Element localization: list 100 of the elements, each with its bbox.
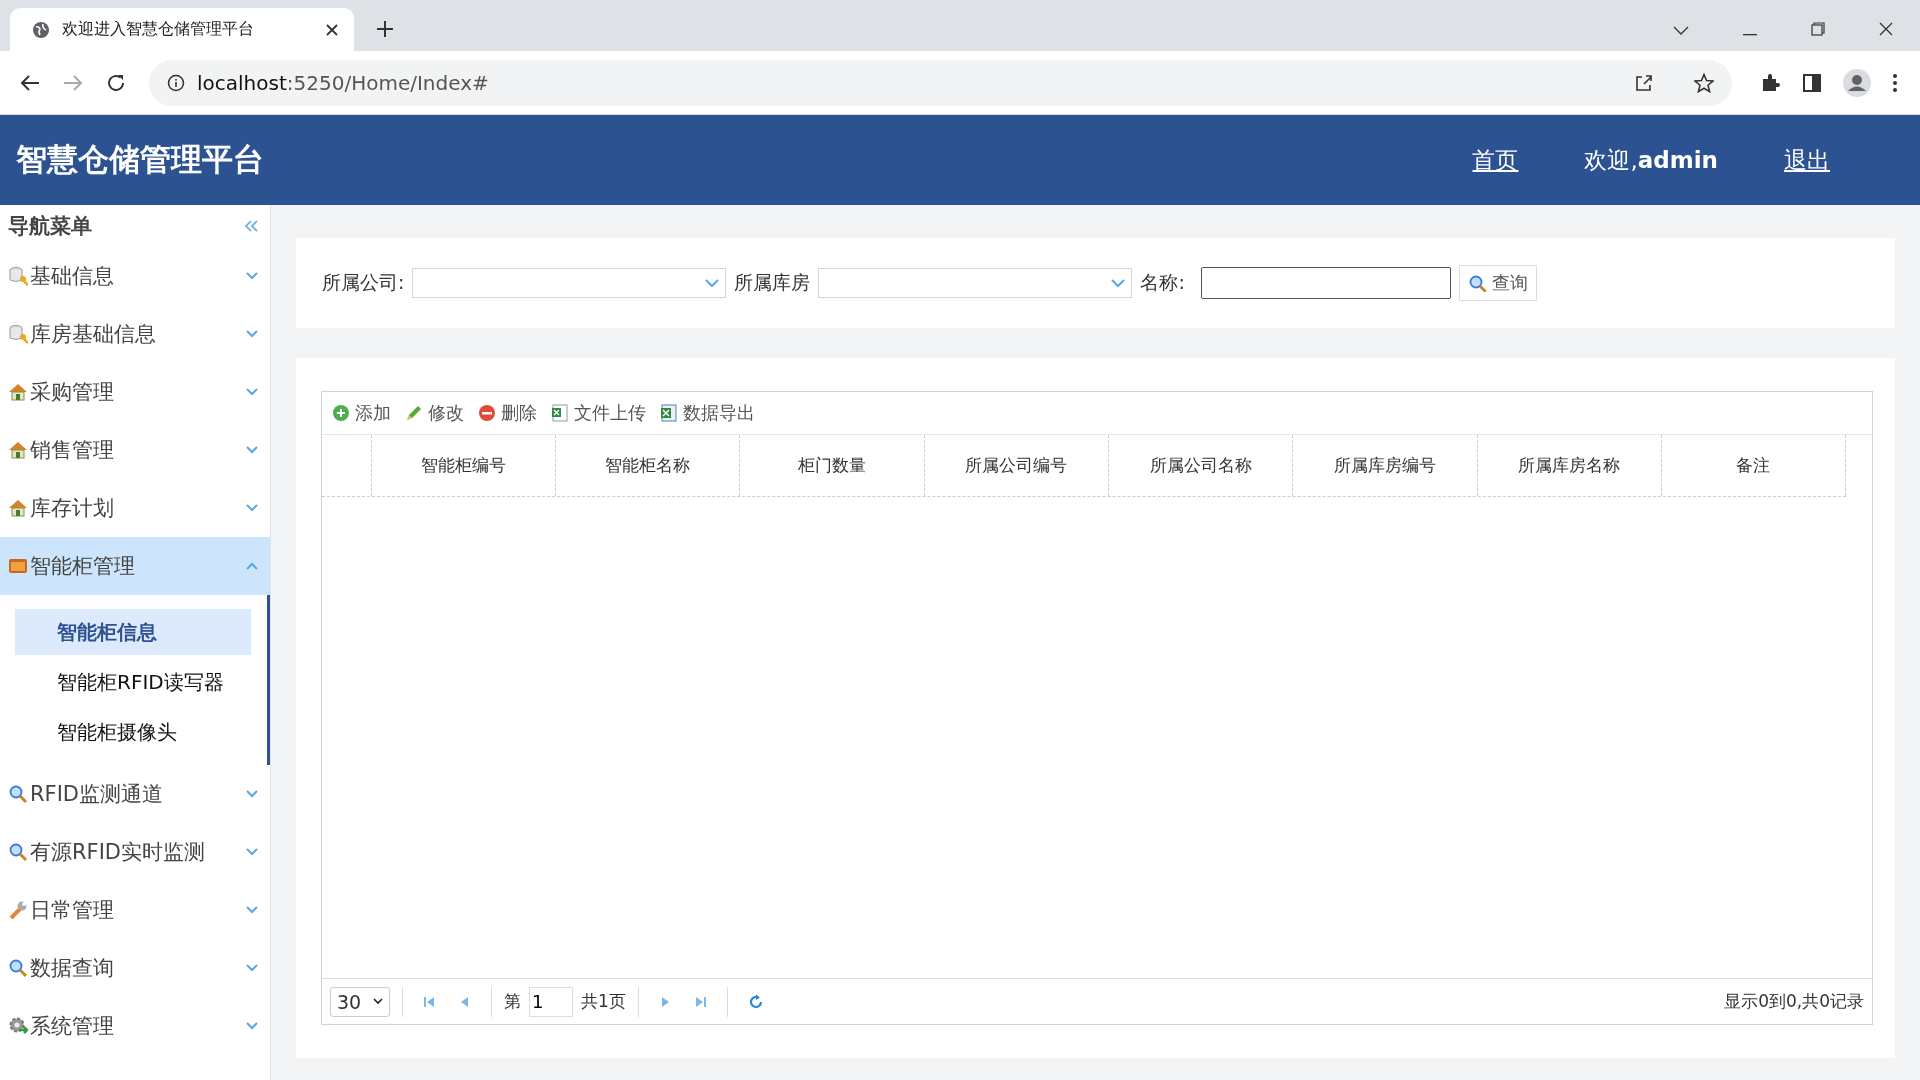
- wrench-icon: [8, 900, 28, 920]
- chevron-down-icon: [246, 272, 258, 280]
- share-icon: [1634, 72, 1654, 93]
- puzzle-icon: [1760, 71, 1782, 94]
- chevron-down-icon: [705, 278, 720, 288]
- page-size-select[interactable]: 30: [330, 986, 390, 1017]
- field-label: 所属公司:: [322, 270, 405, 295]
- chevron-down-icon: [246, 790, 258, 798]
- toolbar-button[interactable]: 数据导出: [660, 401, 755, 425]
- page-label: 第: [504, 990, 521, 1013]
- house-icon: [8, 498, 28, 518]
- chevron-down-icon: [246, 446, 258, 454]
- column-header[interactable]: 柜门数量: [740, 435, 925, 496]
- sidebar-item[interactable]: 库房基础信息: [0, 305, 270, 363]
- toolbar-button[interactable]: 文件上传: [551, 401, 646, 425]
- dropdown-field[interactable]: [412, 268, 727, 298]
- chevron-down-icon: [246, 1022, 258, 1030]
- star-icon: [1694, 72, 1714, 93]
- header-link[interactable]: 退出: [1784, 144, 1830, 176]
- sidebar-item[interactable]: 销售管理: [0, 421, 270, 479]
- sidebar-item[interactable]: 系统管理: [0, 997, 270, 1055]
- sidebar-item[interactable]: RFID监测通道: [0, 765, 270, 823]
- spreadsheet-icon: [551, 404, 569, 422]
- tab-title: 欢迎进入智慧仓储管理平台: [62, 19, 255, 40]
- database-key-icon: [8, 324, 28, 344]
- page-total: 共1页: [581, 990, 626, 1013]
- house-icon: [8, 440, 28, 460]
- sidebar-title: 导航菜单: [8, 213, 92, 240]
- sidebar-item[interactable]: 库存计划: [0, 479, 270, 537]
- dropdown-field[interactable]: [818, 268, 1133, 298]
- chevron-down-icon: [1111, 278, 1126, 288]
- sidebar-item[interactable]: 日常管理: [0, 881, 270, 939]
- chevron-down-icon: [246, 504, 258, 512]
- house-icon: [8, 382, 28, 402]
- chevron-down-icon: [246, 388, 258, 396]
- chevron-down-icon: [246, 330, 258, 338]
- previous-icon: [459, 994, 471, 1009]
- sidepanel-icon: [1802, 72, 1822, 93]
- minus-circle-icon: [478, 404, 496, 422]
- chevron-down-icon: [246, 964, 258, 972]
- search-icon: [1467, 274, 1486, 292]
- close-icon: [326, 23, 338, 36]
- column-header[interactable]: 备注: [1661, 435, 1847, 496]
- page-number-field[interactable]: 1: [529, 986, 573, 1017]
- info-icon: [167, 73, 185, 92]
- first-page-icon: [423, 994, 435, 1009]
- header-link[interactable]: 首页: [1472, 144, 1519, 176]
- sidebar-item[interactable]: 数据查询: [0, 939, 270, 997]
- app-title: 智慧仓储管理平台: [16, 140, 264, 179]
- sidebar-item[interactable]: 智能柜管理: [0, 537, 270, 595]
- record-info: 显示0到0,共0记录: [1724, 990, 1864, 1013]
- cabinet-icon: [8, 556, 28, 576]
- last-page-icon: [694, 994, 707, 1009]
- back-icon: [20, 73, 40, 92]
- forward-icon: [63, 73, 83, 92]
- more-icon: [1892, 72, 1898, 93]
- toolbar-button[interactable]: 删除: [478, 401, 537, 425]
- spreadsheet-icon: [660, 404, 678, 422]
- column-header[interactable]: 所属库房名称: [1477, 435, 1662, 496]
- sidebar-item[interactable]: 采购管理: [0, 363, 270, 421]
- column-header[interactable]: 智能柜名称: [556, 435, 741, 496]
- refresh-icon: [747, 993, 764, 1010]
- submenu-item[interactable]: 智能柜RFID读写器: [15, 659, 251, 705]
- sidebar-item[interactable]: 基础信息: [0, 247, 270, 305]
- magnifier-icon: [8, 842, 28, 862]
- browser-tab[interactable]: 欢迎进入智慧仓储管理平台: [10, 8, 354, 51]
- welcome-text: 欢迎,admin: [1584, 145, 1718, 175]
- avatar-icon: [1842, 67, 1872, 98]
- chevron-down-icon: [246, 848, 258, 856]
- column-header[interactable]: 所属库房编号: [1293, 435, 1478, 496]
- chevron-down-icon: [1673, 26, 1689, 36]
- close-icon: [1879, 22, 1893, 36]
- magnifier-icon: [8, 784, 28, 804]
- field-label: 所属库房: [734, 270, 811, 295]
- toolbar-button[interactable]: 添加: [332, 401, 391, 425]
- toolbar-button[interactable]: 修改: [405, 401, 464, 425]
- plus-circle-icon: [332, 404, 350, 422]
- gear-icon: [8, 1016, 28, 1036]
- chevron-down-icon: [246, 906, 258, 914]
- database-key-icon: [8, 266, 28, 286]
- search-button[interactable]: 查询: [1458, 265, 1537, 301]
- plus-icon: [376, 20, 394, 38]
- submenu-item[interactable]: 智能柜摄像头: [15, 709, 251, 755]
- reload-icon: [106, 72, 126, 93]
- chevron-up-icon: [246, 562, 258, 570]
- collapse-icon: [244, 220, 258, 232]
- column-header[interactable]: 所属公司名称: [1108, 435, 1294, 496]
- sidebar-item[interactable]: 有源RFID实时监测: [0, 823, 270, 881]
- magnifier-icon: [8, 958, 28, 978]
- chevron-down-icon: [373, 998, 384, 1005]
- submenu-item[interactable]: 智能柜信息: [15, 609, 251, 655]
- url-text: localhost:5250/Home/Index#: [197, 70, 489, 95]
- restore-icon: [1811, 22, 1825, 36]
- name-field[interactable]: [1200, 267, 1451, 299]
- column-header[interactable]: 智能柜编号: [371, 435, 557, 496]
- pencil-icon: [405, 404, 423, 422]
- address-field[interactable]: localhost:5250/Home/Index#: [149, 59, 1732, 106]
- field-label: 名称:: [1140, 270, 1185, 295]
- column-header[interactable]: 所属公司编号: [924, 435, 1109, 496]
- globe-icon: [32, 20, 50, 39]
